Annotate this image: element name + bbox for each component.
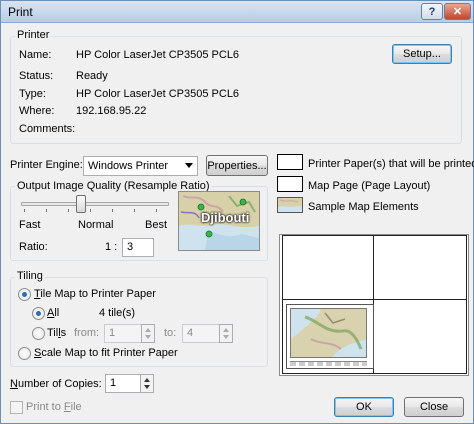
map-page-legend-swatch [277,176,303,192]
all-tiles-label[interactable]: All [47,307,59,319]
tile-map-radio[interactable] [18,288,31,301]
slider-tick [156,209,157,212]
tiles-from-value: 1 [109,327,116,339]
slider-tick [90,209,91,212]
quality-best-label: Best [145,219,168,231]
slider-tick [134,209,135,212]
slider-tick [46,209,47,212]
printer-paper-legend-swatch [277,154,303,170]
printer-where-label: Where: [19,105,55,117]
map-swatch-icon [278,198,302,212]
quality-normal-label: Normal [78,219,114,231]
tile-map-label[interactable]: Tile Map to Printer Paper [34,288,156,300]
map-legend-strip [290,361,367,366]
printer-type-label: Type: [19,88,46,100]
properties-button[interactable]: Properties... [206,155,268,176]
properties-button-label: Properties... [207,159,267,172]
printer-type-value: HP Color LaserJet CP3505 PCL6 [76,88,240,100]
printer-name-label: Name: [19,49,52,61]
close-button[interactable]: Close [404,397,464,417]
help-icon: ? [428,5,436,18]
printer-status-label: Status: [19,70,54,82]
tiles-from-label: from: [74,327,100,339]
map-page-legend-label: Map Page (Page Layout) [308,180,431,192]
print-to-file-checkbox[interactable] [10,401,23,414]
quality-slider-thumb[interactable] [76,195,87,213]
all-tiles-radio[interactable] [32,307,45,320]
printer-paper-tile [282,235,374,300]
copies-input[interactable]: 1 [105,374,141,393]
sample-map-image [291,309,366,357]
quality-slider-track[interactable] [21,202,169,206]
printer-group-label: Printer [15,29,52,41]
close-button-label: Close [419,401,449,413]
map-page-outline [286,304,374,369]
tiles-to-value: 4 [187,327,194,339]
scale-map-radio[interactable] [18,347,31,360]
quality-fast-label: Fast [19,219,41,231]
tiles-to-input[interactable]: 4 [182,324,220,343]
printer-name-value: HP Color LaserJet CP3505 PCL6 [76,49,240,61]
slider-tick [24,209,25,212]
printer-paper-tile [373,299,467,374]
window-title: Print [8,5,33,19]
ok-button-label: OK [356,401,372,413]
printer-status-value: Ready [76,70,108,82]
tile-count: 4 tile(s) [99,307,136,319]
map-thumbnail-label: Djibouti [201,210,250,225]
sample-elements-legend-swatch [277,197,303,213]
tiles-to-label: to: [164,327,177,339]
setup-button[interactable]: Setup... [392,44,452,64]
tiling-group-label: Tiling [15,270,45,282]
printer-comments-label: Comments: [19,123,76,135]
slider-tick [68,209,69,212]
ratio-input[interactable]: 3 [122,238,154,257]
sample-map-element [290,308,367,358]
print-dialog: Print ? ✕ Printer Name: HP Color LaserJe… [0,0,474,424]
title-bar[interactable]: Print ? ✕ [1,1,473,23]
ratio-label: Ratio: [19,241,48,253]
chevron-down-icon [185,163,193,168]
ratio-input-value: 3 [127,241,134,253]
copies-value: 1 [110,377,117,389]
scale-map-label[interactable]: Scale Map to fit Printer Paper [34,347,178,359]
printer-paper-tile [373,235,467,300]
printer-engine-label: Printer Engine: [10,159,83,171]
quality-map-thumbnail: Djibouti [178,191,260,251]
printer-paper-legend-label: Printer Paper(s) that will be printed [308,158,474,170]
tiles-range-radio[interactable] [32,327,45,340]
print-preview-area [279,234,469,376]
copies-spinner[interactable] [140,374,154,393]
window-close-button[interactable]: ✕ [444,3,471,20]
sample-elements-legend-label: Sample Map Elements [308,201,419,213]
setup-button-label: Setup... [403,48,441,60]
ok-button[interactable]: OK [334,397,394,417]
tiles-from-input[interactable]: 1 [104,324,142,343]
close-icon: ✕ [452,6,463,18]
tiles-to-spinner[interactable] [219,324,233,343]
copies-label: Number of Copies: [10,378,102,390]
help-button[interactable]: ? [421,3,443,20]
tiles-range-label[interactable]: Tills [47,327,66,339]
slider-tick [112,209,113,212]
tiles-from-spinner[interactable] [141,324,155,343]
print-to-file-label[interactable]: Print to File [26,401,82,413]
printer-where-value: 192.168.95.22 [76,105,147,117]
printer-engine-select[interactable]: Windows Printer [83,156,198,176]
printer-engine-selected: Windows Printer [88,160,169,172]
ratio-prefix: 1 : [105,241,118,253]
